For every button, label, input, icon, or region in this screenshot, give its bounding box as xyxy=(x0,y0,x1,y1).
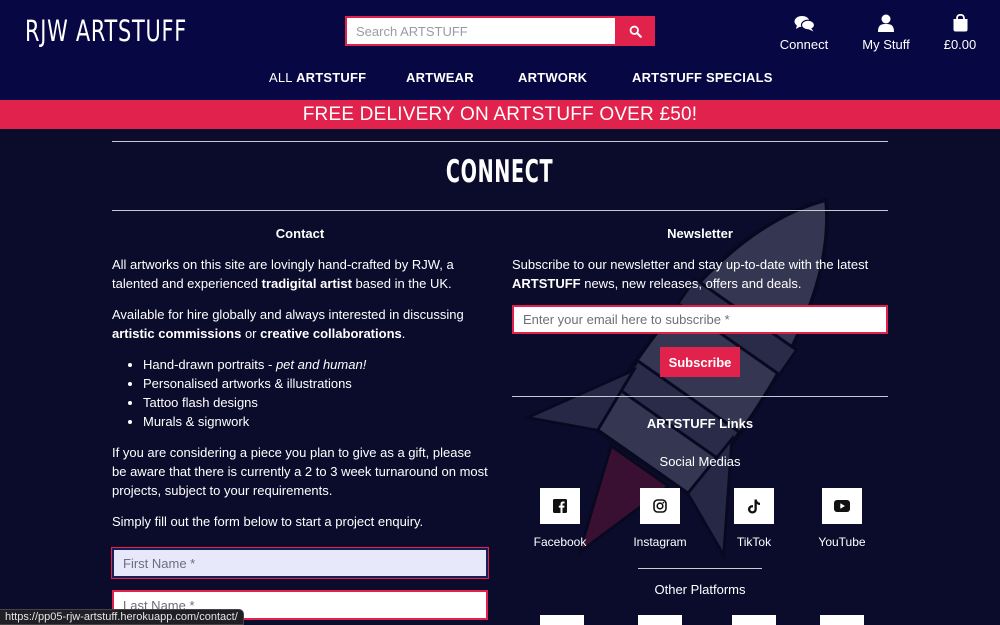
nav-item-label: ARTWEAR xyxy=(406,70,474,85)
list-item-text: Tattoo flash designs xyxy=(143,395,258,410)
newsletter-email-field[interactable] xyxy=(512,305,888,334)
list-item-emphasis: pet and human! xyxy=(275,357,367,372)
shopping-bag-icon xyxy=(953,14,967,32)
user-icon xyxy=(878,14,894,32)
list-item-text: Personalised artworks & illustrations xyxy=(143,376,352,391)
nav-item-label: ARTWORK xyxy=(518,70,588,85)
divider xyxy=(638,568,762,569)
contact-heading: Contact xyxy=(275,226,325,241)
facebook-icon xyxy=(553,499,567,513)
list-item-text: Hand-drawn portraits - xyxy=(143,357,276,372)
list-item: Hand-drawn portraits - pet and human! xyxy=(143,355,488,374)
main-nav: ALL ARTSTUFF ARTWEAR ARTWORK ARTSTUFF SP… xyxy=(0,70,1000,86)
platform-link[interactable] xyxy=(638,615,682,625)
text: Subscribe to our newsletter and stay up-… xyxy=(512,257,869,272)
contact-form-prompt: Simply fill out the form below to start … xyxy=(112,514,424,529)
subscribe-button[interactable]: Subscribe xyxy=(660,347,740,377)
search-input[interactable] xyxy=(345,16,615,46)
list-item-text: Murals & signwork xyxy=(143,414,250,429)
browser-status-url: https://pp05-rjw-artstuff.herokuapp.com/… xyxy=(0,609,244,625)
divider xyxy=(512,396,888,397)
header-bag-total: £0.00 xyxy=(943,37,977,52)
nav-item-prefix: ALL xyxy=(269,70,297,85)
comments-icon xyxy=(794,16,815,32)
list-item: Personalised artworks & illustrations xyxy=(143,374,488,393)
search-button[interactable] xyxy=(615,16,655,46)
first-name-field[interactable] xyxy=(112,548,488,578)
tiktok-icon xyxy=(748,499,760,513)
instagram-label: Instagram xyxy=(633,535,687,549)
nav-item-artwork[interactable]: ARTWORK xyxy=(518,70,587,85)
nav-item-all-artstuff[interactable]: ALL ARTSTUFF xyxy=(269,70,366,85)
site-header: RJW ARTSTUFF Connect My S xyxy=(0,0,1000,100)
text-bold: creative collaborations xyxy=(260,326,402,341)
nav-item-artwear[interactable]: ARTWEAR xyxy=(406,70,474,85)
contact-section: Contact All artworks on this site are lo… xyxy=(112,224,488,543)
text: based in the UK. xyxy=(351,276,452,291)
list-item: Tattoo flash designs xyxy=(143,393,488,412)
instagram-link[interactable]: Instagram xyxy=(618,488,702,549)
text-bold: tradigital artist xyxy=(261,276,352,291)
header-bag-link[interactable]: £0.00 xyxy=(940,12,980,52)
youtube-link[interactable]: YouTube xyxy=(800,488,884,549)
nav-item-artstuff-specials[interactable]: ARTSTUFF SPECIALS xyxy=(632,70,773,85)
search-bar xyxy=(345,16,655,46)
page-title: CONNECT xyxy=(0,154,1000,190)
youtube-icon xyxy=(834,500,850,512)
text-bold: ARTSTUFF xyxy=(512,276,581,291)
social-medias-heading: Social Medias xyxy=(659,454,741,469)
youtube-label: YouTube xyxy=(818,535,866,549)
platform-link[interactable] xyxy=(732,615,776,625)
contact-intro: All artworks on this site are lovingly h… xyxy=(112,255,488,293)
facebook-label: Facebook xyxy=(533,535,587,549)
nav-item-label: ARTSTUFF SPECIALS xyxy=(632,70,773,85)
social-icon-box xyxy=(540,488,580,524)
instagram-icon xyxy=(653,499,667,513)
newsletter-heading: Newsletter xyxy=(667,226,733,241)
artstuff-links-heading: ARTSTUFF Links xyxy=(646,416,754,431)
page-title-text: CONNECT xyxy=(446,154,554,190)
contact-hire: Available for hire globally and always i… xyxy=(112,305,488,343)
header-my-stuff-link[interactable]: My Stuff xyxy=(858,12,914,52)
newsletter-section: Newsletter Subscribe to our newsletter a… xyxy=(512,224,888,305)
divider xyxy=(112,141,888,142)
delivery-banner: FREE DELIVERY ON ARTSTUFF OVER £50! xyxy=(0,100,1000,129)
text: news, new releases, offers and deals. xyxy=(580,276,802,291)
contact-gift-note: If you are considering a piece you plan … xyxy=(112,445,488,498)
newsletter-text: Subscribe to our newsletter and stay up-… xyxy=(512,255,888,293)
list-item: Murals & signwork xyxy=(143,412,488,431)
nav-item-label: ARTSTUFF xyxy=(296,70,367,85)
text: or xyxy=(241,326,261,341)
text: Available for hire globally and always i… xyxy=(112,307,464,322)
text-bold: artistic commissions xyxy=(112,326,242,341)
tiktok-link[interactable]: TikTok xyxy=(712,488,796,549)
site-logo[interactable]: RJW ARTSTUFF xyxy=(25,14,187,48)
platform-link[interactable] xyxy=(820,615,864,625)
header-connect-link[interactable]: Connect xyxy=(778,12,830,52)
tiktok-label: TikTok xyxy=(736,535,772,549)
text: . xyxy=(401,326,406,341)
social-icon-box xyxy=(640,488,680,524)
services-list: Hand-drawn portraits - pet and human! Pe… xyxy=(143,355,488,431)
search-icon xyxy=(629,25,642,38)
divider xyxy=(112,210,888,211)
platform-link[interactable] xyxy=(540,615,584,625)
other-platforms-heading: Other Platforms xyxy=(654,582,746,597)
facebook-link[interactable]: Facebook xyxy=(518,488,602,549)
social-icon-box xyxy=(822,488,862,524)
header-my-stuff-label: My Stuff xyxy=(862,37,910,52)
social-icon-box xyxy=(734,488,774,524)
header-connect-label: Connect xyxy=(779,37,829,52)
